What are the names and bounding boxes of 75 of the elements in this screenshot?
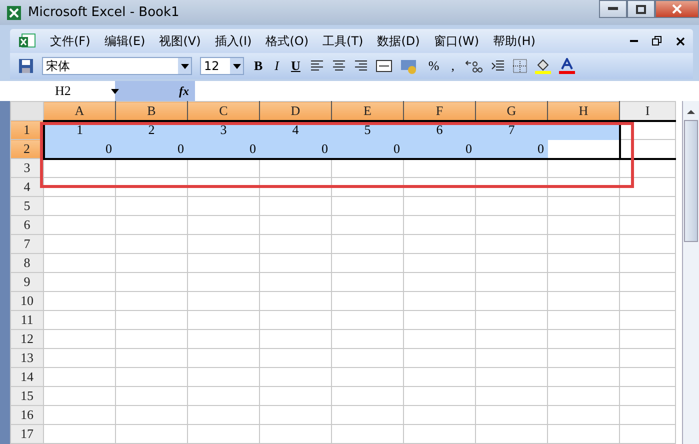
menu-item[interactable]: 工具(T): [322, 32, 364, 50]
menu-item[interactable]: 插入(I): [214, 32, 252, 50]
maximize-icon: [636, 4, 646, 14]
menu-item[interactable]: 视图(V): [159, 32, 201, 50]
comma-button[interactable]: ,: [449, 58, 456, 74]
font-size-dropdown[interactable]: 12: [200, 57, 244, 75]
spreadsheet-icon: [6, 4, 22, 20]
scroll-up-icon[interactable]: [687, 109, 695, 114]
column-header[interactable]: F: [404, 102, 476, 120]
spreadsheet-icon: [18, 33, 36, 49]
increase-decimal-icon[interactable]: [464, 59, 482, 73]
row-header[interactable]: 4: [10, 178, 44, 196]
table-cell: 0: [188, 140, 260, 158]
menu-item[interactable]: 数据(D): [377, 32, 420, 50]
row-header[interactable]: 6: [10, 216, 44, 234]
menu-item[interactable]: 格式(O): [266, 32, 309, 50]
align-left-icon[interactable]: [310, 60, 324, 72]
menu-item[interactable]: 帮助(H): [493, 32, 536, 50]
minimize-icon[interactable]: [630, 40, 638, 42]
caret-icon: [180, 64, 188, 68]
row-header[interactable]: 9: [10, 272, 44, 292]
function-label[interactable]: fx: [140, 81, 195, 101]
bold-button[interactable]: B: [252, 58, 265, 74]
row-header[interactable]: 12: [10, 330, 44, 348]
row-header[interactable]: 10: [10, 292, 44, 310]
row-header[interactable]: 13: [10, 348, 44, 368]
table-cell: 0: [476, 140, 548, 158]
indent-icon[interactable]: [490, 60, 504, 72]
table-cell: 0: [332, 140, 404, 158]
row-header[interactable]: 15: [10, 386, 44, 406]
minimize-button[interactable]: [599, 0, 627, 18]
caret-icon[interactable]: [110, 88, 119, 94]
close-icon: [672, 4, 682, 14]
align-center-icon[interactable]: [332, 60, 346, 72]
menu-item[interactable]: 编辑(E): [104, 32, 146, 50]
column-header[interactable]: B: [116, 102, 188, 120]
borders-icon[interactable]: [512, 59, 526, 73]
vertical-scrollbar[interactable]: [682, 101, 699, 444]
font-color-icon[interactable]: [558, 58, 574, 74]
restore-icon[interactable]: [652, 36, 662, 46]
fill-color-icon[interactable]: [534, 58, 550, 74]
row-header[interactable]: 7: [10, 234, 44, 254]
percent-button[interactable]: %: [426, 58, 442, 74]
save-icon[interactable]: [18, 58, 34, 74]
column-header[interactable]: G: [476, 102, 548, 120]
align-right-icon[interactable]: [354, 60, 368, 72]
font-dropdown[interactable]: 宋体: [42, 57, 192, 75]
column-header[interactable]: H: [548, 102, 620, 120]
underline-button[interactable]: U: [289, 58, 302, 74]
menu-item[interactable]: 窗口(W): [434, 32, 480, 50]
table-cell: 0: [44, 140, 116, 158]
italic-button[interactable]: I: [272, 58, 282, 74]
row-header[interactable]: 8: [10, 254, 44, 272]
table-cell: 0: [404, 140, 476, 158]
close-icon[interactable]: [676, 36, 685, 46]
column-header[interactable]: I: [620, 102, 676, 120]
minimize-icon: [608, 7, 618, 11]
column-header[interactable]: D: [260, 102, 332, 120]
row-header[interactable]: 14: [10, 368, 44, 386]
table-cell: 0: [260, 140, 332, 158]
caret-icon: [232, 64, 240, 68]
column-header[interactable]: E: [332, 102, 404, 120]
row-header[interactable]: 16: [10, 406, 44, 424]
merge-center-icon[interactable]: [376, 60, 392, 72]
column-header[interactable]: C: [188, 102, 260, 120]
maximize-button[interactable]: [627, 0, 655, 18]
window-title: Microsoft Excel - Book1: [28, 5, 180, 20]
table-cell: 0: [116, 140, 188, 158]
row-header[interactable]: 17: [10, 424, 44, 444]
row-header[interactable]: 11: [10, 310, 44, 330]
scroll-thumb[interactable]: [684, 120, 698, 242]
row-header[interactable]: 5: [10, 196, 44, 216]
menu-item[interactable]: 文件(F): [50, 32, 90, 50]
close-button[interactable]: [655, 0, 699, 18]
column-header[interactable]: A: [44, 102, 116, 120]
